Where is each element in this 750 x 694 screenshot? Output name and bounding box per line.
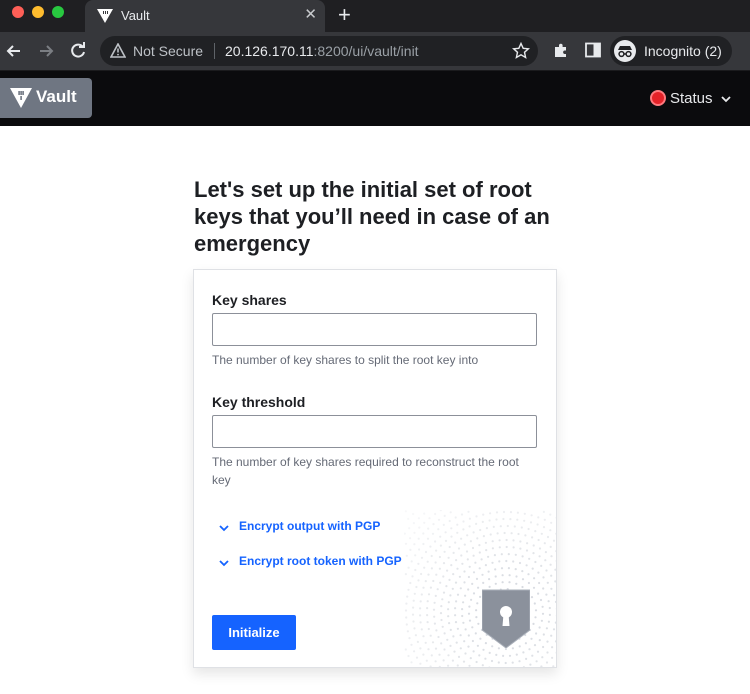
url-separator	[214, 43, 215, 59]
back-arrow-icon[interactable]	[4, 41, 24, 61]
chevron-down-icon	[218, 557, 230, 572]
encrypt-root-token-pgp-label: Encrypt root token with PGP	[239, 554, 402, 568]
vault-home-link[interactable]: Vault	[0, 78, 92, 118]
shield-keyhole-icon	[481, 588, 531, 653]
status-error-dot-icon	[650, 90, 666, 106]
key-shares-input[interactable]	[212, 313, 537, 346]
side-panel-icon[interactable]	[585, 42, 601, 63]
address-bar[interactable]: Not Secure 20.126.170.11:8200/ui/vault/i…	[100, 36, 538, 66]
incognito-label: Incognito (2)	[644, 43, 722, 59]
init-form-card: Key shares The number of key shares to s…	[193, 269, 557, 668]
maximize-window-button[interactable]	[52, 6, 64, 18]
extensions-puzzle-icon[interactable]	[552, 42, 570, 65]
dotted-background-decoration	[404, 510, 556, 667]
page-title: Let's set up the initial set of root key…	[194, 177, 550, 256]
vault-favicon-icon	[97, 9, 113, 28]
bookmark-star-icon[interactable]	[511, 41, 531, 65]
new-tab-button[interactable]: +	[338, 3, 351, 27]
incognito-icon	[614, 40, 636, 62]
key-shares-help-text: The number of key shares to split the ro…	[212, 353, 479, 367]
vault-logo-text: Vault	[36, 87, 77, 106]
vault-header: Vault Status	[0, 71, 750, 126]
browser-toolbar: Not Secure 20.126.170.11:8200/ui/vault/i…	[0, 32, 750, 70]
initialize-button[interactable]: Initialize	[212, 615, 296, 650]
url-host: 20.126.170.11	[225, 43, 314, 59]
forward-arrow-icon[interactable]	[36, 41, 56, 61]
browser-tab-bar: Vault ✕ +	[0, 0, 750, 32]
warning-triangle-icon[interactable]	[109, 42, 127, 63]
vault-triangle-logo-icon	[10, 88, 32, 113]
status-label: Status	[670, 90, 713, 107]
tab-title: Vault	[121, 8, 150, 23]
browser-tab-vault[interactable]: Vault ✕	[85, 0, 325, 32]
key-threshold-label: Key threshold	[212, 394, 306, 410]
close-tab-icon[interactable]: ✕	[304, 6, 317, 24]
minimize-window-button[interactable]	[32, 6, 44, 18]
encrypt-output-pgp-label: Encrypt output with PGP	[239, 519, 381, 533]
url-text[interactable]: 20.126.170.11:8200/ui/vault/init	[225, 43, 419, 59]
key-threshold-help-text: The number of key shares required to rec…	[212, 455, 519, 487]
key-shares-label: Key shares	[212, 292, 287, 308]
reload-icon[interactable]	[68, 41, 88, 61]
chevron-down-icon	[218, 522, 230, 537]
key-threshold-input[interactable]	[212, 415, 537, 448]
incognito-profile-button[interactable]: Incognito (2)	[610, 36, 732, 66]
close-window-button[interactable]	[12, 6, 24, 18]
security-status-label[interactable]: Not Secure	[133, 43, 203, 59]
url-path: :8200/ui/vault/init	[313, 43, 419, 59]
chevron-down-icon	[720, 92, 732, 110]
